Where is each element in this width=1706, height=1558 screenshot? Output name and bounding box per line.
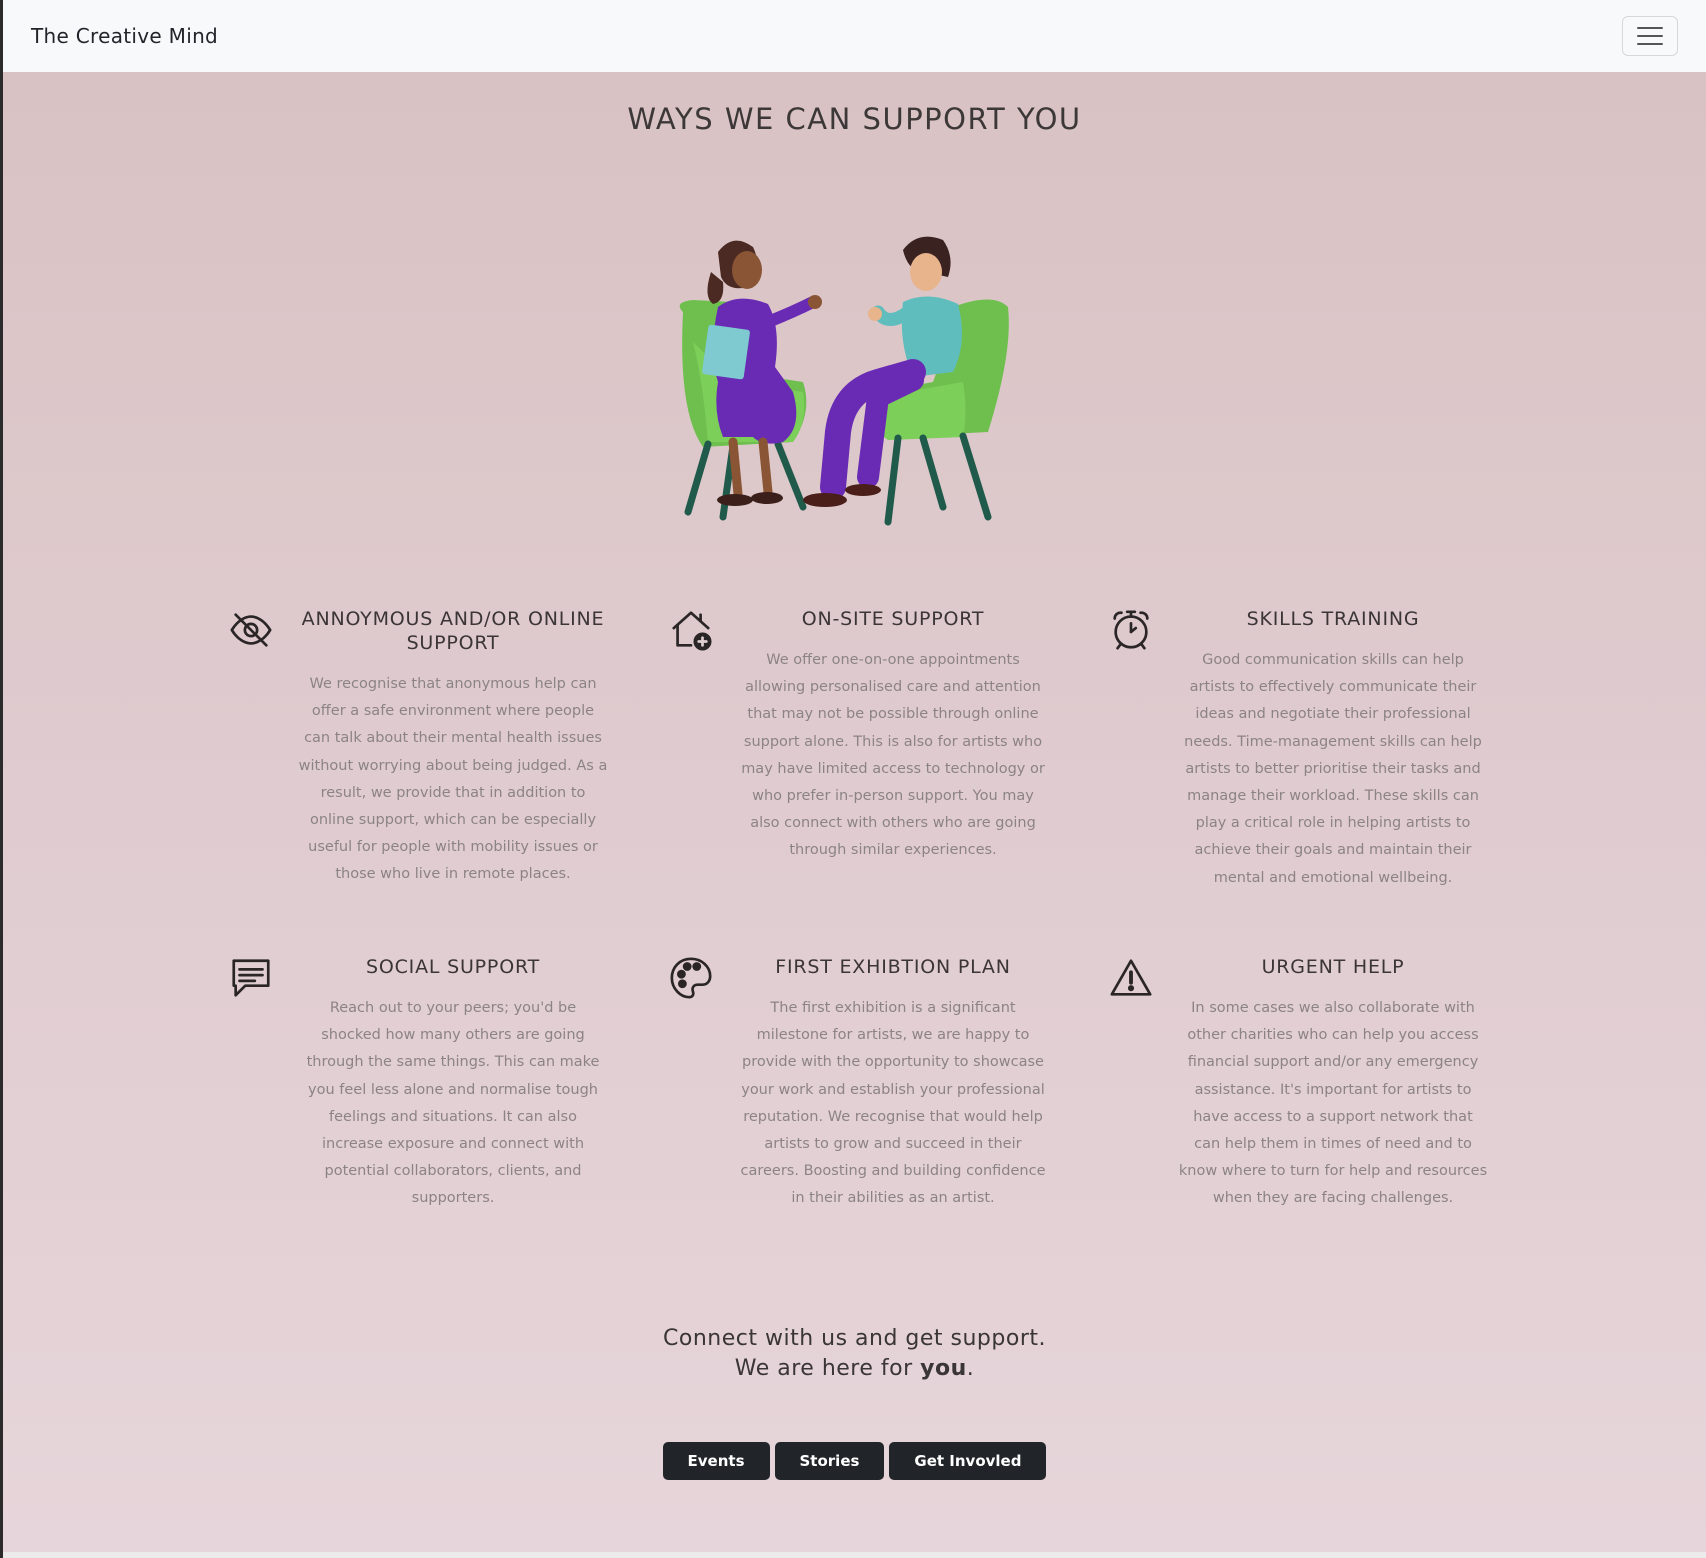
- get-involved-button[interactable]: Get Invovled: [889, 1442, 1047, 1480]
- chat-text-icon: [228, 955, 274, 1001]
- events-button[interactable]: Events: [662, 1442, 770, 1480]
- alarm-clock-icon: [1108, 607, 1154, 653]
- card-text: We offer one-on-one appointments allowin…: [741, 652, 1045, 859]
- warning-triangle-icon: [1108, 955, 1154, 1001]
- toggler-bar: [1637, 27, 1663, 29]
- toggler-bar: [1637, 43, 1663, 45]
- card-title: FIRST EXHIBTION PLAN: [775, 956, 1011, 978]
- connect-message: Connect with us and get support. We are …: [3, 1324, 1706, 1384]
- connect-line-2-bold: you: [920, 1356, 967, 1381]
- main-section: WAYS WE CAN SUPPORT YOU ANNOYMOUS AND/OR…: [3, 72, 1706, 1552]
- two-people-talking-illustration: [663, 232, 1043, 542]
- palette-icon: [668, 955, 714, 1001]
- card-text: The first exhibition is a significant mi…: [740, 1000, 1046, 1207]
- toggler-bar: [1637, 35, 1663, 37]
- card-text: In some cases we also collaborate with o…: [1178, 1000, 1488, 1207]
- action-buttons: Events Stories Get Invovled: [3, 1442, 1706, 1480]
- footer-strip: [3, 1552, 1706, 1558]
- connect-line-1: Connect with us and get support.: [663, 1326, 1046, 1351]
- stories-button[interactable]: Stories: [774, 1442, 885, 1480]
- card-text: Good communication skills can help artis…: [1184, 652, 1482, 886]
- connect-line-2-prefix: We are here for: [734, 1356, 921, 1381]
- house-add-icon: [668, 607, 714, 653]
- brand-link[interactable]: The Creative Mind: [31, 24, 218, 48]
- eye-slash-icon: [228, 607, 274, 653]
- card-text: We recognise that anonymous help can off…: [298, 676, 608, 883]
- card-title: ANNOYMOUS AND/OR ONLINE SUPPORT: [301, 608, 605, 654]
- navbar: The Creative Mind: [3, 0, 1706, 72]
- card-title: SKILLS TRAINING: [1246, 608, 1420, 630]
- card-text: Reach out to your peers; you'd be shocke…: [306, 1000, 600, 1207]
- connect-line-2-suffix: .: [966, 1356, 975, 1381]
- card-title: URGENT HELP: [1261, 956, 1405, 978]
- card-title: ON-SITE SUPPORT: [801, 608, 985, 630]
- woman-figure: [702, 240, 822, 506]
- hamburger-menu-icon[interactable]: [1622, 16, 1678, 56]
- card-title: SOCIAL SUPPORT: [366, 956, 540, 978]
- connect-line-2: We are here for you.: [3, 1354, 1706, 1384]
- page-title: WAYS WE CAN SUPPORT YOU: [627, 102, 1082, 136]
- man-figure: [803, 236, 962, 507]
